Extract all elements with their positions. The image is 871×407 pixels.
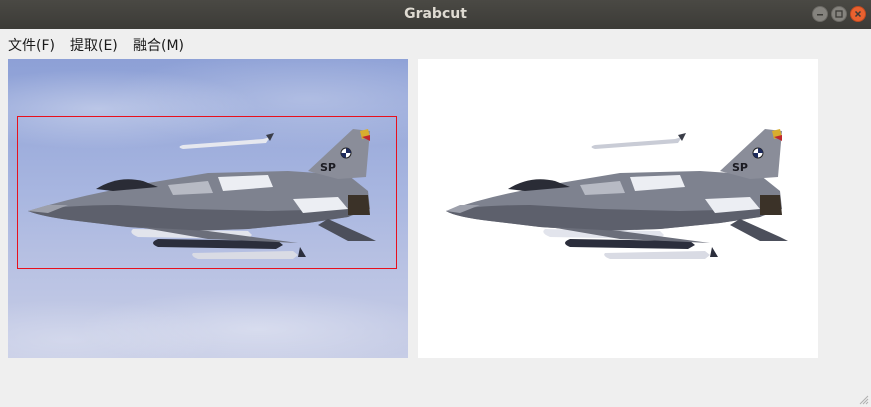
source-image-panel[interactable]: SP xyxy=(8,59,408,358)
menu-extract[interactable]: 提取(E) xyxy=(70,35,118,55)
title-bar[interactable]: Grabcut xyxy=(0,0,871,29)
maximize-button[interactable] xyxy=(831,6,847,22)
maximize-icon xyxy=(835,10,843,18)
close-icon xyxy=(854,10,862,18)
minimize-button[interactable] xyxy=(812,6,828,22)
selection-rectangle[interactable] xyxy=(17,116,397,269)
menu-file[interactable]: 文件(F) xyxy=(8,35,55,55)
menu-bar: 文件(F) 提取(E) 融合(M) xyxy=(0,29,871,57)
result-tail-code: SP xyxy=(732,161,748,174)
window-title: Grabcut xyxy=(404,6,467,22)
menu-merge[interactable]: 融合(M) xyxy=(133,35,184,55)
app-window: Grabcut 文件(F) 提取(E) 融合(M) SP SP xyxy=(0,0,871,407)
extracted-jet-image: SP xyxy=(446,129,788,259)
minimize-icon xyxy=(817,14,823,16)
close-button[interactable] xyxy=(850,6,866,22)
resize-grip-icon[interactable] xyxy=(859,395,869,405)
result-image-panel: SP xyxy=(418,59,818,358)
